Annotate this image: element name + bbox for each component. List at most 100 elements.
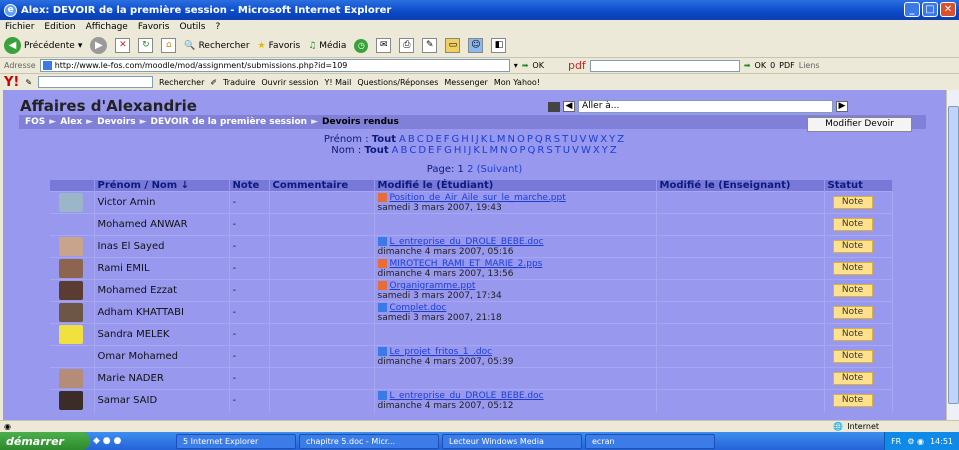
firstname-letter-g[interactable]: G [452, 134, 460, 145]
print-icon[interactable]: ⎙ [399, 38, 415, 53]
address-input[interactable]: http://www.le-fos.com/moodle/mod/assignm… [39, 59, 510, 72]
student-name[interactable]: Adham KHATTABI [94, 301, 230, 324]
firstname-letter-l[interactable]: L [489, 134, 495, 145]
menu-favorites[interactable]: Favoris [138, 22, 170, 32]
next-page-link[interactable]: (Suivant) [477, 164, 523, 175]
firstname-letter-n[interactable]: N [508, 134, 515, 145]
media-button[interactable]: ♫ Média [308, 41, 346, 51]
student-name[interactable]: Rami EMIL [94, 257, 230, 280]
lastname-letter-v[interactable]: V [572, 145, 579, 156]
minimize-button[interactable]: _ [904, 2, 920, 17]
grade-button[interactable]: Note [832, 218, 873, 231]
task-ie[interactable]: 5 Internet Explorer [176, 433, 296, 449]
firstname-letter-w[interactable]: W [588, 134, 598, 145]
lastname-letter-r[interactable]: R [537, 145, 544, 156]
yahoo-search-input[interactable] [38, 76, 154, 88]
task-word[interactable]: chapitre 5.doc - Micr... [299, 433, 439, 449]
yahoo-search-button[interactable]: Rechercher [159, 78, 204, 87]
avatar[interactable] [59, 303, 83, 322]
lastname-letter-u[interactable]: U [563, 145, 570, 156]
firstname-letter-h[interactable]: H [461, 134, 469, 145]
firstname-letter-i[interactable]: I [471, 134, 474, 145]
submission-file-link[interactable]: L_entreprise_du_DROLE_BEBE.doc [390, 391, 544, 401]
tray-icons[interactable]: ⚙ ◉ [907, 437, 924, 446]
grade-button[interactable]: Note [832, 240, 873, 253]
firstname-letter-x[interactable]: X [600, 134, 607, 145]
lastname-all[interactable]: Tout [364, 145, 388, 156]
messenger-button[interactable]: Messenger [444, 78, 487, 87]
edit-icon[interactable]: ✎ [422, 38, 438, 53]
firstname-letter-d[interactable]: D [426, 134, 434, 145]
grade-button[interactable]: Note [832, 262, 873, 275]
firstname-letter-r[interactable]: R [545, 134, 552, 145]
avatar[interactable] [59, 193, 83, 212]
site-title[interactable]: Affaires d'Alexandrie [20, 97, 197, 115]
page-2-link[interactable]: 2 [467, 164, 473, 175]
avatar[interactable] [59, 391, 83, 411]
lastname-letter-h[interactable]: H [454, 145, 462, 156]
grade-button[interactable]: Note [832, 394, 873, 408]
menu-edit[interactable]: Edition [44, 22, 75, 32]
stop-icon[interactable]: ✕ [115, 38, 131, 53]
firstname-letter-p[interactable]: P [527, 134, 533, 145]
mail-button[interactable]: Y! Mail [324, 78, 351, 87]
avatar[interactable] [59, 237, 83, 256]
avatar[interactable] [59, 369, 83, 388]
firstname-letter-u[interactable]: U [570, 134, 577, 145]
firstname-letter-k[interactable]: K [481, 134, 488, 145]
menu-tools[interactable]: Outils [179, 22, 205, 32]
submission-file-link[interactable]: MIROTECH_RAMI_ET_MARIE_2.pps [390, 259, 543, 269]
breadcrumb-devoirs[interactable]: Devoirs [97, 117, 136, 127]
firstname-letter-m[interactable]: M [497, 134, 506, 145]
lastname-letter-y[interactable]: Y [602, 145, 608, 156]
breadcrumb-alex[interactable]: Alex [60, 117, 82, 127]
breadcrumb-fos[interactable]: FOS [25, 117, 45, 127]
go-button[interactable]: OK [532, 61, 544, 70]
next-icon[interactable]: ▶ [836, 101, 848, 112]
lastname-letter-k[interactable]: K [473, 145, 480, 156]
firstname-all[interactable]: Tout [372, 134, 396, 145]
forward-button[interactable]: ▶ [90, 37, 108, 54]
back-button[interactable]: ◀ Précédente ▾ [4, 37, 82, 54]
menu-file[interactable]: Fichier [5, 22, 34, 32]
pdf2-button[interactable]: PDF [779, 61, 795, 70]
calendar-icon[interactable] [548, 101, 560, 112]
my-yahoo-button[interactable]: Mon Yahoo! [494, 78, 540, 87]
student-name[interactable]: Mohamed Ezzat [94, 279, 230, 302]
firstname-letter-y[interactable]: Y [609, 134, 615, 145]
search-button[interactable]: 🔍 Rechercher [184, 41, 249, 51]
lastname-letter-g[interactable]: G [444, 145, 452, 156]
submission-file-link[interactable]: L_entreprise_du_DROLE_BEBE.doc [390, 237, 544, 247]
firstname-letter-b[interactable]: B [408, 134, 415, 145]
close-button[interactable]: ✕ [940, 2, 956, 17]
lastname-letter-m[interactable]: M [489, 145, 498, 156]
col-comment[interactable]: Commentaire [269, 180, 375, 192]
firstname-letter-o[interactable]: O [517, 134, 525, 145]
col-modified-teacher[interactable]: Modifié le (Enseignant) [656, 180, 825, 192]
menu-view[interactable]: Affichage [86, 22, 128, 32]
firstname-letter-j[interactable]: J [476, 134, 479, 145]
avatar[interactable] [59, 325, 83, 344]
lastname-letter-z[interactable]: Z [610, 145, 617, 156]
messenger-icon[interactable]: ☺ [468, 38, 484, 53]
col-status[interactable]: Statut [824, 180, 893, 192]
maximize-button[interactable]: □ [922, 2, 938, 17]
language-indicator[interactable]: FR [891, 437, 901, 446]
lastname-letter-j[interactable]: J [468, 145, 471, 156]
highlight-icon[interactable]: ✐ [210, 78, 217, 87]
col-name[interactable]: Prénom / Nom ↓ [94, 180, 230, 192]
pencil-icon[interactable]: ✎ [25, 78, 32, 87]
task-ecran[interactable]: ecran [585, 433, 715, 449]
submission-file-link[interactable]: Complet.doc [390, 303, 447, 313]
firstname-letter-t[interactable]: T [562, 134, 568, 145]
refresh-icon[interactable]: ↻ [138, 38, 154, 53]
firstname-letter-s[interactable]: S [554, 134, 560, 145]
start-button[interactable]: démarrer [0, 432, 90, 450]
lastname-letter-x[interactable]: X [593, 145, 600, 156]
avatar[interactable] [59, 259, 83, 278]
lastname-letter-d[interactable]: D [418, 145, 426, 156]
scrollbar-thumb[interactable] [948, 106, 959, 404]
breadcrumb-assignment[interactable]: DEVOIR de la première session [151, 117, 308, 127]
lastname-letter-o[interactable]: O [510, 145, 518, 156]
firstname-letter-c[interactable]: C [417, 134, 424, 145]
